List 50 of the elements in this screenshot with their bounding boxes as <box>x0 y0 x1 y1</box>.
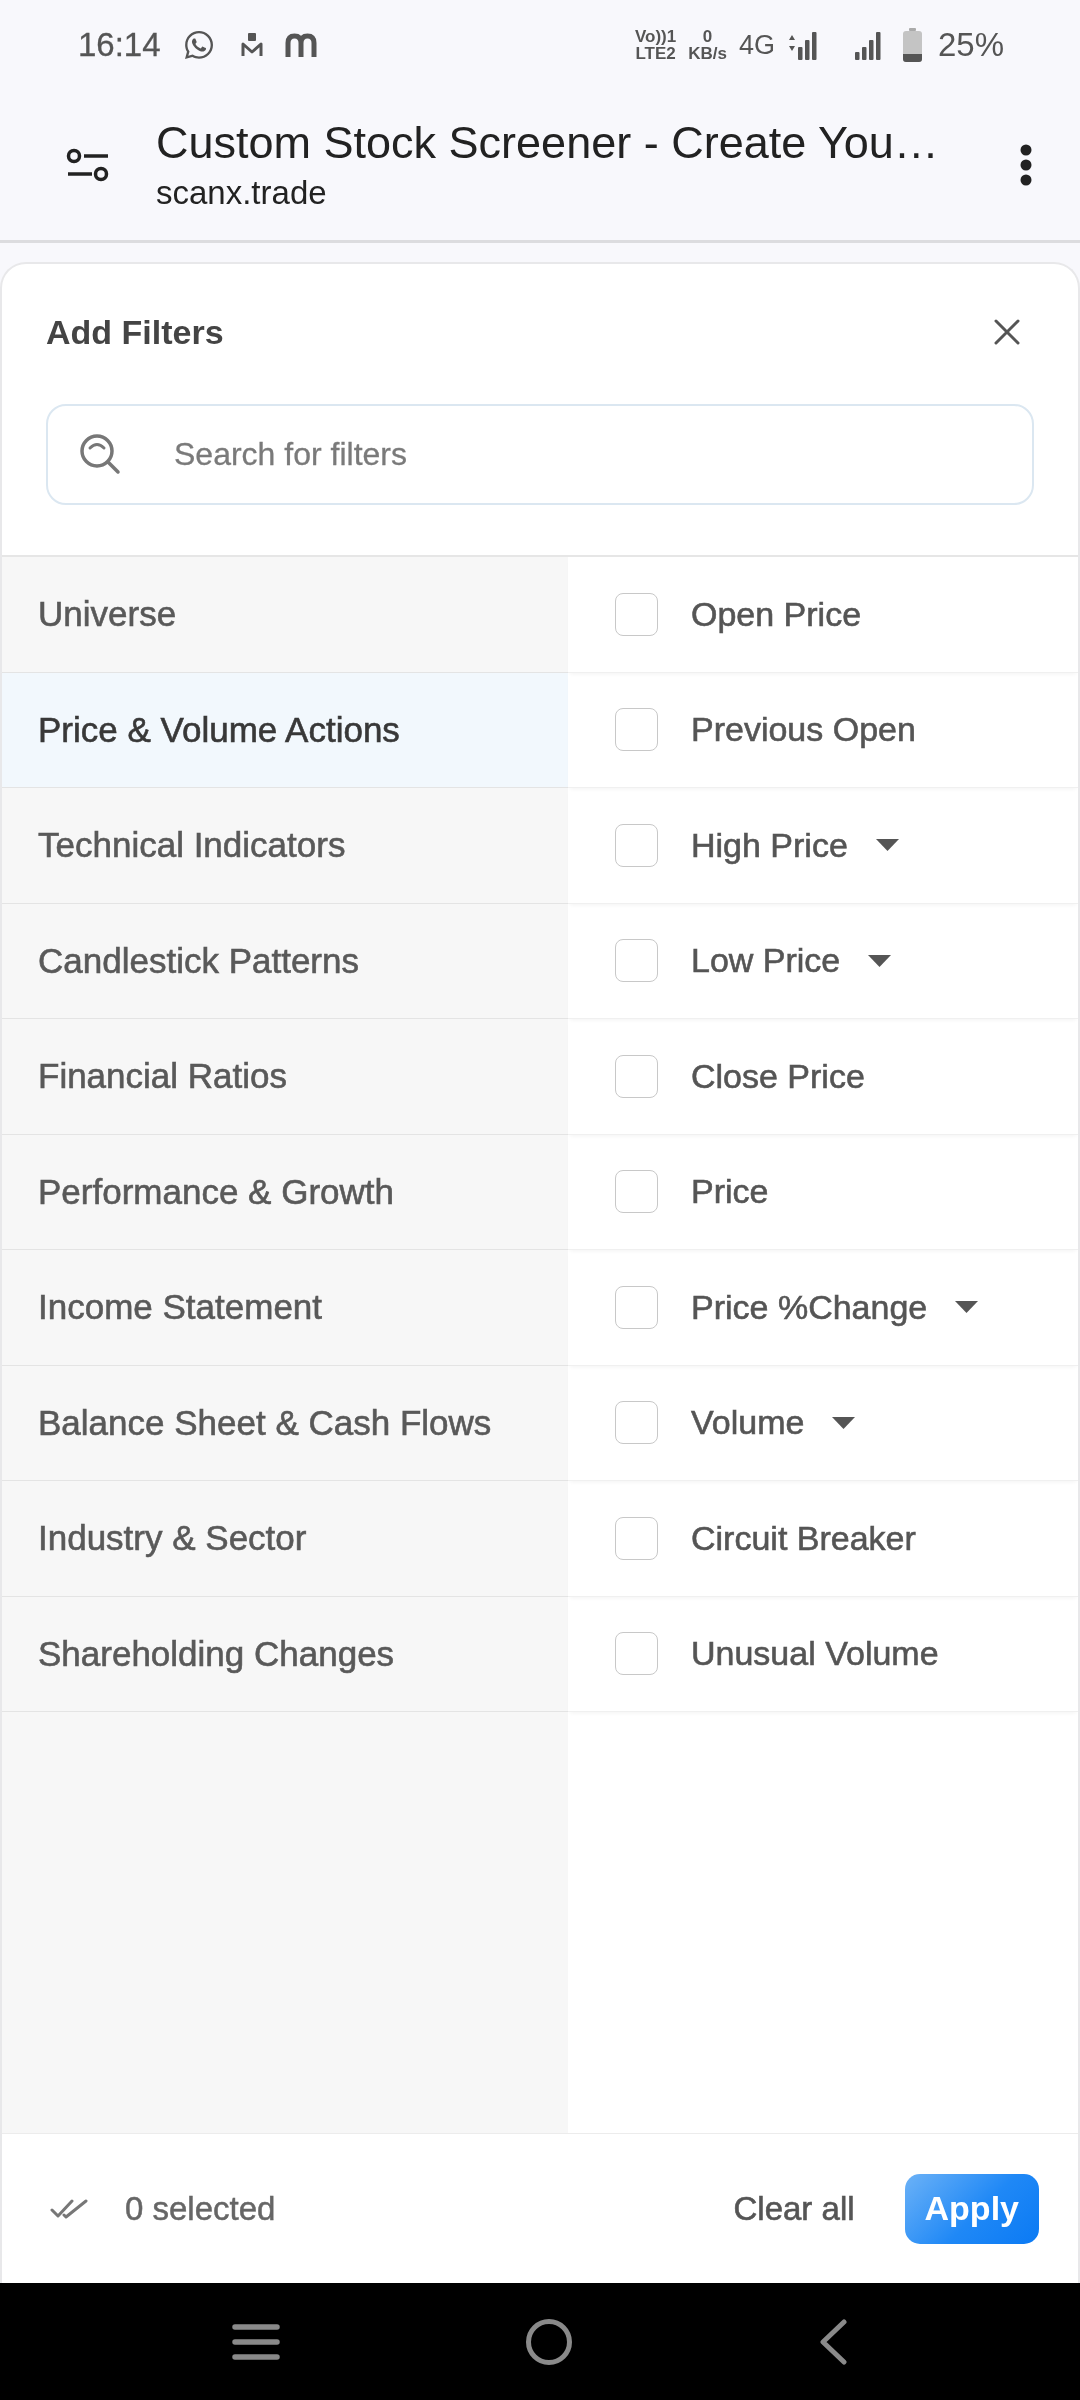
checkbox[interactable] <box>615 1632 658 1676</box>
caret-icon[interactable] <box>832 1416 856 1429</box>
phone-chat-icon <box>182 29 215 61</box>
home-icon[interactable] <box>525 2317 573 2366</box>
filter-label: Low Price <box>691 941 841 981</box>
notification-icon <box>240 33 263 57</box>
filter-label: Unusual Volume <box>691 1634 939 1674</box>
filter-label: Volume <box>691 1403 805 1443</box>
panel-title: Add Filters <box>46 312 224 352</box>
filter-label: Previous Open <box>691 710 916 750</box>
checkbox[interactable] <box>615 592 658 636</box>
volte-indicator: Vo))1 LTE2 <box>634 28 677 62</box>
double-check-icon <box>50 2197 88 2220</box>
battery-icon <box>902 28 922 62</box>
data-speed: 0 KB/s <box>688 28 727 62</box>
close-icon[interactable] <box>994 319 1020 345</box>
checkbox[interactable] <box>615 939 658 983</box>
filter-label: High Price <box>691 825 848 865</box>
filter-label: Price <box>691 1172 769 1212</box>
more-menu-icon[interactable] <box>1020 144 1032 186</box>
selected-count: 0 selected <box>125 2189 276 2228</box>
sliders-icon[interactable] <box>66 148 110 182</box>
battery-percent: 25% <box>937 26 1004 64</box>
clear-all-button[interactable]: Clear all <box>733 2189 855 2228</box>
checkbox[interactable] <box>615 823 658 867</box>
page-title: Custom Stock Screener - Create You… <box>156 116 940 170</box>
status-time: 16:14 <box>78 26 161 64</box>
caret-icon[interactable] <box>875 839 899 852</box>
caret-icon[interactable] <box>868 954 892 967</box>
category-item[interactable]: Price & Volume Actions <box>2 672 568 788</box>
checkbox[interactable] <box>615 1401 658 1445</box>
caret-icon[interactable] <box>955 1301 979 1314</box>
filter-label: Open Price <box>691 594 862 634</box>
filter-label: Close Price <box>691 1056 865 1096</box>
search-icon <box>79 433 121 475</box>
checkbox[interactable] <box>615 1516 658 1560</box>
apply-button[interactable]: Apply <box>904 2173 1039 2244</box>
page-url: scanx.trade <box>156 173 328 213</box>
signal-data-icon <box>786 30 819 60</box>
checkbox[interactable] <box>615 1054 658 1098</box>
menu-icon[interactable] <box>232 2322 281 2361</box>
checkbox[interactable] <box>615 708 658 752</box>
checkbox[interactable] <box>615 1285 658 1329</box>
checkbox[interactable] <box>615 1170 658 1214</box>
network-type: 4G <box>738 29 775 61</box>
filter-label: Price %Change <box>691 1287 928 1327</box>
search-field[interactable]: Search for filters <box>46 404 1034 505</box>
back-icon[interactable] <box>817 2318 848 2365</box>
filter-label: Circuit Breaker <box>691 1518 916 1558</box>
app-logo-icon <box>284 33 317 57</box>
